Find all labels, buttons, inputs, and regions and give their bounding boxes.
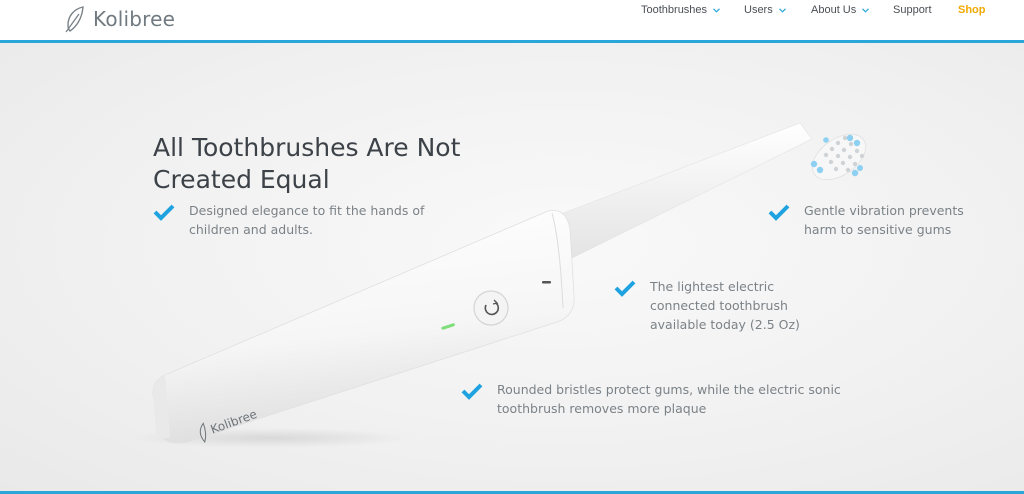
hero-section: Kolibree All Toothbrushes Are Not Create… bbox=[0, 43, 1024, 491]
checkmark-icon bbox=[768, 204, 790, 221]
feature-item: Rounded bristles protect gums, while the… bbox=[461, 380, 841, 418]
feature-item: Gentle vibration prevents harm to sensit… bbox=[768, 201, 988, 239]
feature-text: Designed elegance to fit the hands of ch… bbox=[189, 203, 425, 237]
nav-shop[interactable]: Shop bbox=[958, 4, 986, 16]
nav-users-label: Users bbox=[744, 4, 773, 16]
brand-logo[interactable]: Kolibree bbox=[64, 5, 175, 33]
nav-about-us[interactable]: About Us bbox=[811, 4, 870, 16]
feature-item: Designed elegance to fit the hands of ch… bbox=[153, 201, 433, 239]
feature-text: Gentle vibration prevents harm to sensit… bbox=[804, 203, 964, 237]
hero-headline: All Toothbrushes Are Not Created Equal bbox=[153, 133, 461, 194]
nav-users[interactable]: Users bbox=[744, 4, 786, 16]
feature-text: Rounded bristles protect gums, while the… bbox=[497, 382, 841, 416]
toothbrush-image: Kolibree bbox=[130, 122, 867, 448]
chevron-down-icon bbox=[778, 7, 786, 13]
nav-toothbrushes[interactable]: Toothbrushes bbox=[641, 4, 720, 16]
checkmark-icon bbox=[461, 383, 483, 400]
nav-support-label: Support bbox=[893, 4, 932, 16]
nav-shop-label: Shop bbox=[958, 4, 986, 16]
chevron-down-icon bbox=[862, 7, 870, 13]
checkmark-icon bbox=[614, 280, 636, 297]
chevron-down-icon bbox=[713, 7, 720, 13]
feature-item: The lightest electric connected toothbru… bbox=[614, 277, 804, 334]
feather-logo-icon bbox=[65, 6, 84, 33]
nav-toothbrushes-label: Toothbrushes bbox=[641, 4, 708, 16]
brand-name: Kolibree bbox=[93, 7, 176, 31]
checkmark-icon bbox=[153, 204, 175, 221]
nav-support[interactable]: Support bbox=[893, 4, 932, 16]
site-header: Kolibree Toothbrushes Users About Us Sup… bbox=[0, 0, 1024, 40]
nav-about-us-label: About Us bbox=[811, 4, 857, 16]
feature-text: The lightest electric connected toothbru… bbox=[650, 279, 800, 332]
